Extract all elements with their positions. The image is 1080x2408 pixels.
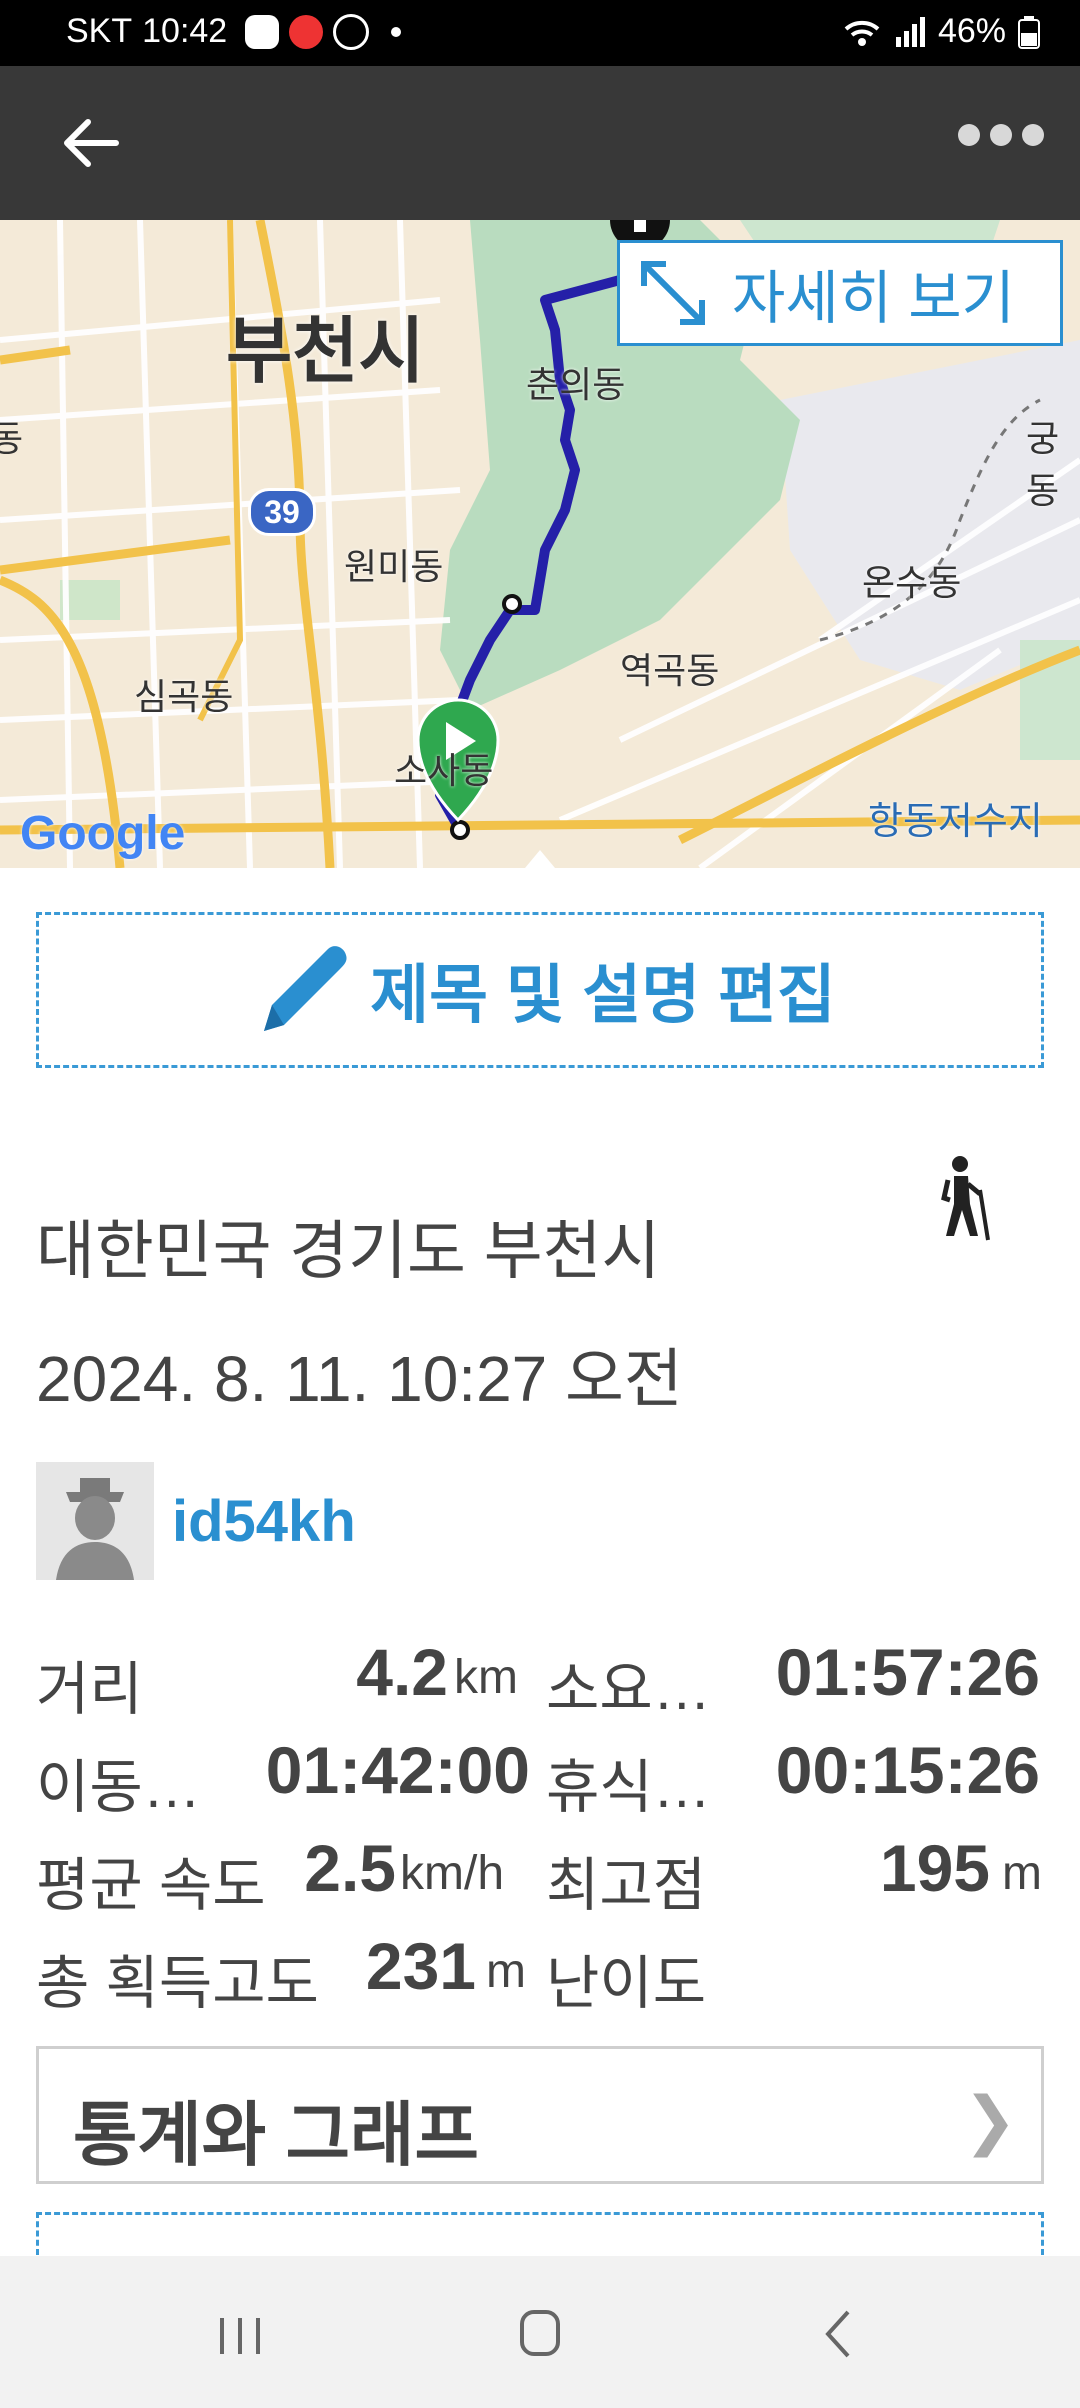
expand-arrows-icon bbox=[641, 261, 705, 325]
max-altitude-label: 최고점 bbox=[546, 1853, 707, 1918]
more-dot-icon bbox=[1022, 124, 1044, 146]
elapsed-time-value: 01:57:26 bbox=[775, 1635, 1040, 1709]
avg-speed-unit: km/h bbox=[400, 1847, 505, 1900]
edit-title-description-label: 제목 및 설명 편집 bbox=[370, 959, 836, 1031]
distance-value: 4.2 bbox=[356, 1635, 448, 1709]
map-label-yeokgok: 역곡동 bbox=[620, 650, 720, 691]
moving-time-value: 01:42:00 bbox=[265, 1733, 530, 1807]
expand-map-button[interactable]: 자세히 보기 bbox=[617, 240, 1063, 346]
stats-and-graph-label: 통계와 그래프 bbox=[73, 2096, 479, 2174]
wifi-icon bbox=[844, 20, 880, 46]
more-dot-icon bbox=[958, 124, 980, 146]
avatar-silhouette-icon bbox=[36, 1462, 154, 1580]
elevation-gain-unit: m bbox=[486, 1945, 526, 1998]
map-label-simgok: 심곡동 bbox=[134, 676, 234, 717]
elapsed-time-label: 소요… bbox=[546, 1657, 711, 1722]
chevron-right-icon: ❯ bbox=[963, 2084, 1017, 2156]
edit-title-description-button[interactable]: 제목 및 설명 편집 bbox=[36, 912, 1044, 1068]
back-nav-icon[interactable] bbox=[790, 2296, 890, 2376]
more-dot-icon bbox=[990, 124, 1012, 146]
map-label-city: 부천시 bbox=[226, 312, 425, 392]
max-altitude-value: 195 bbox=[879, 1831, 990, 1905]
notification-app-icon bbox=[245, 14, 280, 49]
map-label-sosa: 소사동 bbox=[394, 750, 494, 791]
distance-label: 거리 bbox=[36, 1657, 143, 1722]
activity-datetime: 2024. 8. 11. 10:27 오전 bbox=[36, 1343, 683, 1415]
notification-app-icon-red bbox=[289, 14, 324, 49]
app-bar bbox=[0, 66, 1080, 220]
notification-app-icon-b bbox=[333, 13, 370, 50]
more-notifications-dot bbox=[391, 26, 402, 37]
route-number-badge: 39 bbox=[248, 488, 316, 536]
carrier-text: SKT bbox=[66, 12, 133, 50]
battery-percent: 46% bbox=[937, 12, 1006, 50]
stats-and-graph-button[interactable]: 통계와 그래프 ❯ bbox=[36, 2046, 1044, 2184]
avg-speed-value: 2.5 bbox=[304, 1831, 396, 1905]
google-logo: Google bbox=[20, 807, 186, 860]
clock-text: 10:42 bbox=[142, 12, 228, 50]
rest-time-label: 휴식… bbox=[546, 1755, 711, 1820]
recent-apps-icon[interactable] bbox=[190, 2296, 290, 2376]
elevation-gain-value: 231 bbox=[365, 1929, 476, 2003]
map-label-hangdong: 항동저수지 bbox=[868, 801, 1043, 843]
map-label-onsu: 온수동 bbox=[862, 562, 962, 603]
system-navigation-bar bbox=[0, 2256, 1080, 2408]
signal-icon bbox=[895, 16, 925, 47]
status-bar: SKT 10:42 46% bbox=[0, 0, 1080, 66]
avg-speed-label: 평균 속도 bbox=[36, 1853, 266, 1918]
activity-location: 대한민국 경기도 부천시 bbox=[36, 1215, 661, 1287]
home-icon[interactable] bbox=[490, 2296, 590, 2376]
hiking-icon bbox=[941, 1156, 990, 1241]
user-avatar[interactable] bbox=[36, 1462, 154, 1580]
back-arrow-icon[interactable] bbox=[56, 108, 126, 178]
expand-map-label: 자세히 보기 bbox=[732, 266, 1015, 331]
map-label-wonmi: 원미동 bbox=[344, 546, 444, 587]
distance-unit: km bbox=[454, 1651, 518, 1704]
more-options-button[interactable] bbox=[958, 124, 1044, 146]
rest-time-value: 00:15:26 bbox=[775, 1733, 1040, 1807]
elevation-gain-label: 총 획득고도 bbox=[36, 1951, 319, 2016]
map-label-chunui: 춘의동 bbox=[526, 364, 626, 405]
map-label-dong-left: 동 bbox=[0, 418, 24, 459]
battery-icon bbox=[1018, 15, 1040, 49]
difficulty-label: 난이도 bbox=[546, 1951, 707, 2016]
map-label-gung: 궁동 bbox=[1026, 418, 1060, 511]
max-altitude-unit: m bbox=[1002, 1847, 1042, 1900]
route-number: 39 bbox=[264, 493, 300, 530]
pencil-icon bbox=[264, 946, 347, 1031]
moving-time-label: 이동… bbox=[36, 1755, 201, 1820]
username-link[interactable]: id54kh bbox=[172, 1488, 356, 1555]
